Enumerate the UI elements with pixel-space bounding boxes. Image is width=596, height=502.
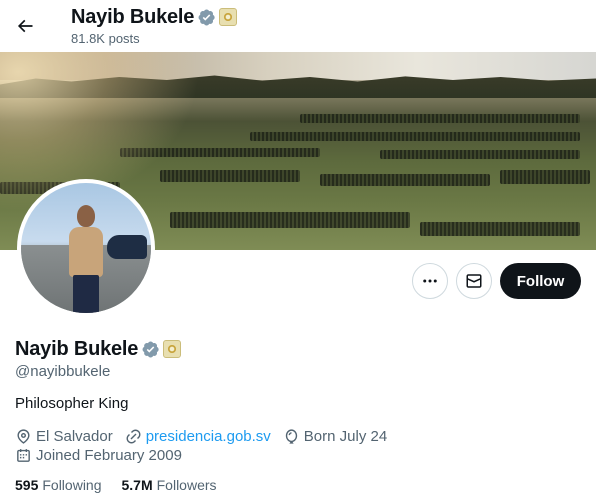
joined-item: Joined February 2009 xyxy=(15,447,182,464)
header-post-count: 81.8K posts xyxy=(71,31,140,46)
header-name-row: Nayib Bukele xyxy=(71,5,238,29)
arrow-left-icon xyxy=(17,19,33,33)
avatar-person-body xyxy=(69,227,103,277)
government-seal-icon[interactable] xyxy=(163,340,182,358)
avatar-person-legs xyxy=(73,275,99,313)
following-count: 595 xyxy=(15,477,39,493)
more-options-button[interactable] xyxy=(412,263,448,299)
verified-badge-icon xyxy=(198,8,215,26)
followers-label: Followers xyxy=(156,477,217,493)
message-button[interactable] xyxy=(456,263,492,299)
banner-troop-row xyxy=(170,212,410,228)
profile-header: Nayib Bukele 81.8K posts xyxy=(0,0,596,52)
banner-troop-row xyxy=(250,132,580,141)
government-seal-icon[interactable] xyxy=(219,8,238,26)
banner-troop-row xyxy=(500,170,590,184)
followers-stat[interactable]: 5.7M Followers xyxy=(122,477,217,493)
following-stat[interactable]: 595 Following xyxy=(15,477,102,493)
follow-button[interactable]: Follow xyxy=(500,263,581,299)
verified-badge-icon[interactable] xyxy=(141,340,160,359)
banner-troop-row xyxy=(420,222,580,236)
profile-handle: @nayibbukele xyxy=(15,363,111,380)
follow-stats-row: 595 Following 5.7M Followers xyxy=(15,477,237,493)
balloon-icon xyxy=(285,428,297,444)
header-name: Nayib Bukele xyxy=(71,5,195,28)
profile-name: Nayib Bukele xyxy=(15,337,139,360)
envelope-icon xyxy=(466,274,482,288)
back-button[interactable] xyxy=(8,9,42,43)
banner-troop-row xyxy=(380,150,580,159)
birthday-item: Born July 24 xyxy=(283,428,387,445)
more-dots-icon xyxy=(423,279,437,283)
profile-avatar[interactable] xyxy=(17,179,155,317)
following-label: Following xyxy=(42,477,102,493)
profile-meta-row: El Salvador presidencia.gob.sv Born July… xyxy=(15,426,399,446)
location-pin-icon xyxy=(17,428,30,444)
banner-troop-row xyxy=(320,174,490,186)
banner-troop-row xyxy=(300,114,580,123)
profile-bio: Philosopher King xyxy=(15,395,129,412)
followers-count: 5.7M xyxy=(121,477,153,493)
profile-meta-row: Joined February 2009 xyxy=(15,445,194,465)
avatar-helicopter xyxy=(107,235,147,259)
calendar-icon xyxy=(17,448,30,462)
birthday-text: Born July 24 xyxy=(303,427,388,445)
avatar-person-head xyxy=(77,205,95,227)
joined-text: Joined February 2009 xyxy=(36,446,182,464)
link-icon xyxy=(126,429,141,443)
website-link[interactable]: presidencia.gob.sv xyxy=(146,428,271,445)
profile-name-row: Nayib Bukele xyxy=(15,337,182,361)
location-item: El Salvador xyxy=(15,428,113,445)
website-item[interactable]: presidencia.gob.sv xyxy=(125,428,271,445)
location-text: El Salvador xyxy=(36,427,113,445)
